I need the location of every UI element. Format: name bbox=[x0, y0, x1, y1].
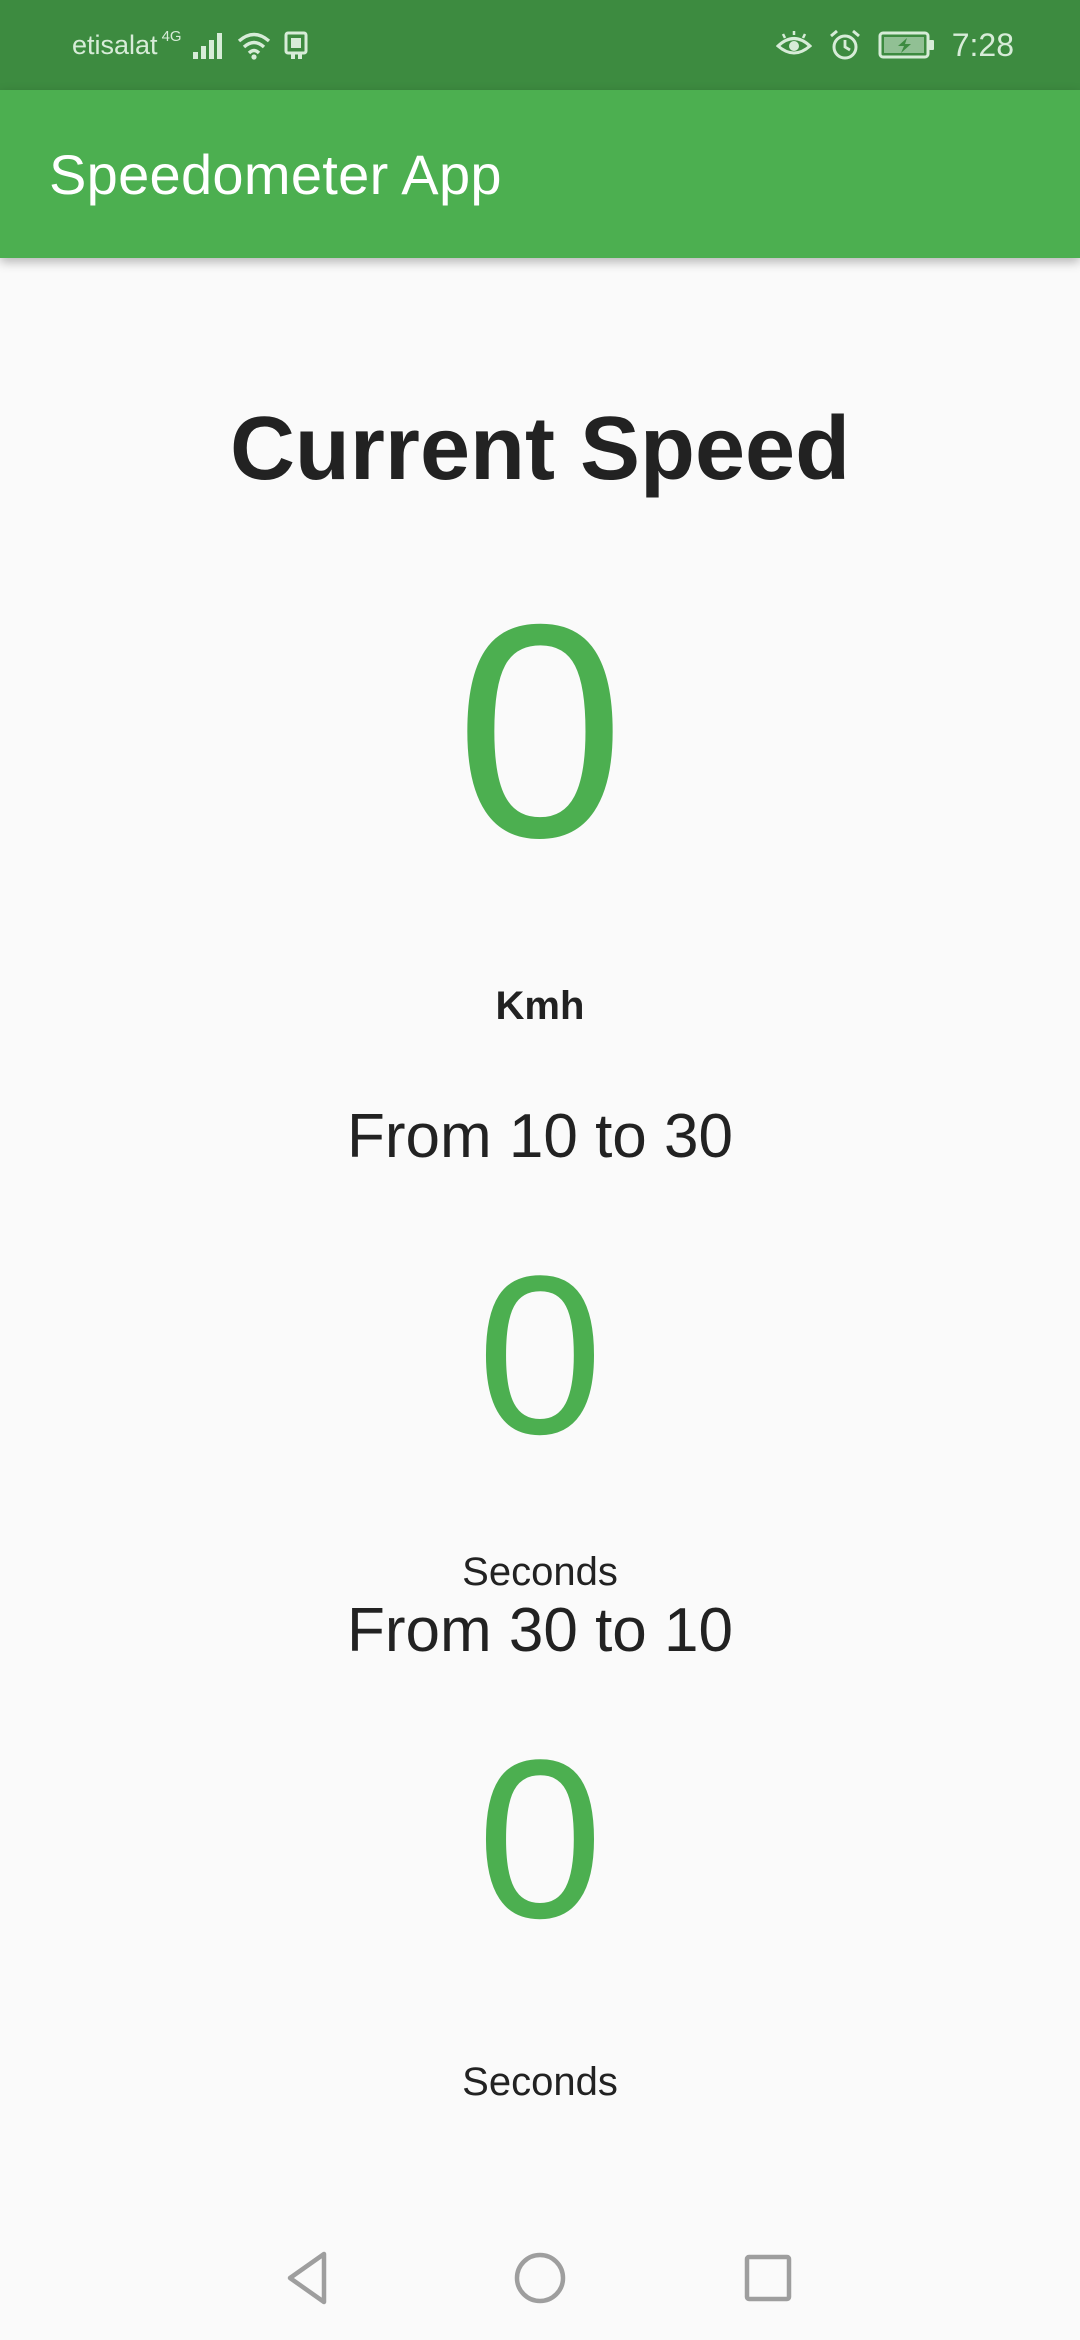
status-bar: etisalat 4G 7:28 bbox=[0, 0, 1080, 90]
sim-icon bbox=[284, 31, 308, 59]
network-type: 4G bbox=[161, 28, 182, 45]
range-10-30-label: From 10 to 30 bbox=[347, 1102, 733, 1171]
range-30-10-label: From 30 to 10 bbox=[347, 1596, 733, 1665]
wifi-icon bbox=[237, 32, 270, 60]
app-title: Speedometer App bbox=[49, 142, 502, 206]
recents-icon[interactable] bbox=[734, 2244, 802, 2312]
back-icon[interactable] bbox=[274, 2244, 342, 2312]
current-speed-value: 0 bbox=[455, 562, 625, 901]
alarm-icon bbox=[829, 29, 860, 60]
app-bar: Speedometer App bbox=[0, 90, 1080, 258]
home-icon[interactable] bbox=[506, 2244, 574, 2312]
status-right: 7:28 bbox=[775, 0, 1014, 90]
navigation-bar bbox=[0, 2214, 1080, 2340]
range-10-30-value: 0 bbox=[477, 1228, 603, 1481]
range-30-10-unit: Seconds bbox=[462, 2060, 618, 2104]
main-content: Current Speed 0 Kmh From 10 to 30 0 Seco… bbox=[0, 258, 1080, 2214]
clock-time: 7:28 bbox=[951, 26, 1014, 63]
carrier-name: etisalat bbox=[72, 29, 158, 60]
speed-unit-label: Kmh bbox=[495, 984, 585, 1028]
battery-charging-icon bbox=[878, 31, 934, 59]
range-10-30-unit: Seconds bbox=[462, 1550, 618, 1594]
status-left: etisalat 4G bbox=[72, 0, 312, 90]
current-speed-heading: Current Speed bbox=[229, 399, 851, 499]
signal-icon bbox=[192, 33, 222, 59]
range-30-10-value: 0 bbox=[477, 1712, 603, 1965]
eye-comfort-icon bbox=[775, 31, 812, 55]
